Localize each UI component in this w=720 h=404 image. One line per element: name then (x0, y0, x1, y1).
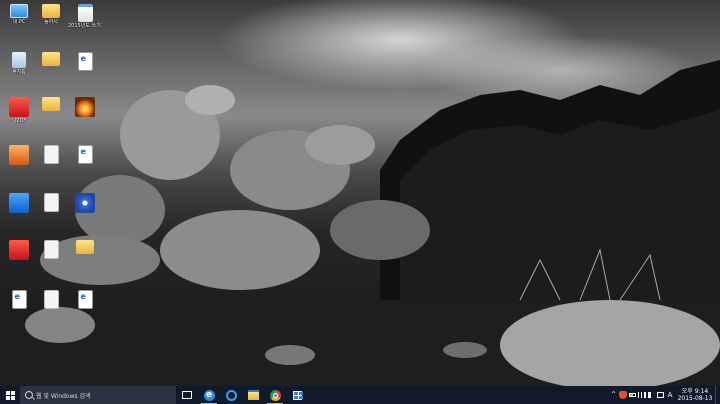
store-button[interactable] (286, 386, 308, 404)
document-icon (43, 240, 59, 259)
desktop-icon[interactable] (34, 193, 68, 213)
desktop-icon[interactable] (34, 145, 68, 165)
desktop-icon[interactable]: 2015년도 쓰기과제 바 (68, 4, 102, 29)
show-desktop-button[interactable] (715, 386, 720, 404)
security-icon[interactable] (619, 391, 627, 399)
disc-app-icon (75, 193, 95, 213)
volume-icon[interactable] (648, 392, 655, 398)
network-icon[interactable] (638, 392, 646, 398)
folder-icon (42, 97, 60, 111)
start-button[interactable] (0, 386, 20, 404)
desktop-icon[interactable] (68, 290, 102, 310)
desktop-icon[interactable] (68, 193, 102, 214)
desktop-icon[interactable] (34, 240, 68, 260)
ime-indicator[interactable]: A (666, 391, 674, 399)
media-app-icon (75, 97, 95, 117)
search-icon (25, 391, 33, 399)
desktop-icon[interactable] (68, 145, 102, 165)
pinned-apps: e (176, 386, 308, 404)
pdf-icon (77, 145, 93, 164)
desktop-icon-label: 2015년도 쓰기과제 바 (68, 23, 102, 29)
desktop-icon[interactable] (68, 240, 102, 255)
folder-icon (76, 240, 94, 254)
desktop-icon[interactable] (2, 290, 36, 310)
document-icon (43, 193, 59, 212)
file-explorer-icon (247, 390, 259, 400)
desktop-icon[interactable]: 동아시 (34, 4, 68, 25)
desktop-icon[interactable] (2, 240, 36, 261)
desktop-icon[interactable]: 내 PC (2, 4, 36, 25)
desktop-wallpaper: 내 PC 동아시 2015년도 쓰기과제 바휴지통알PDF (0, 0, 720, 386)
desktop-icon-label: 내 PC (12, 19, 26, 25)
desktop-icon[interactable] (2, 145, 36, 166)
search-placeholder: 웹 및 Windows 검색 (36, 392, 91, 400)
windows-logo-icon (5, 390, 15, 400)
battery-icon[interactable] (629, 393, 636, 397)
document-icon (43, 290, 59, 309)
desktop-icon[interactable] (34, 290, 68, 310)
edge-button[interactable]: e (198, 386, 220, 404)
system-tray: ^ A 오후 9:14 2015-08-13 (609, 386, 720, 404)
folder-icon (42, 4, 60, 18)
show-hidden-icons-icon[interactable]: ^ (610, 391, 617, 399)
internet-explorer-button[interactable] (220, 386, 242, 404)
internet-explorer-icon (225, 389, 237, 401)
pdf-icon (11, 290, 27, 309)
desktop-icon[interactable] (68, 52, 102, 72)
file-explorer-button[interactable] (242, 386, 264, 404)
clock[interactable]: 오후 9:14 2015-08-13 (675, 388, 715, 402)
app-icon (9, 240, 29, 260)
desktop-icon[interactable] (34, 97, 68, 112)
pdf-icon (77, 52, 93, 71)
desktop-icon-label: 알PDF (11, 118, 27, 124)
clock-date: 2015-08-13 (677, 395, 713, 402)
task-view-icon (182, 391, 192, 399)
action-center-icon[interactable] (657, 392, 664, 398)
app-icon (9, 193, 29, 213)
document-icon (77, 4, 93, 22)
store-icon (292, 390, 303, 400)
document-icon (43, 145, 59, 164)
taskbar: 웹 및 Windows 검색 e ^ A 오후 9:14 2015-08-13 (0, 386, 720, 404)
folder-icon (42, 52, 60, 66)
this-pc-icon (10, 4, 28, 18)
app-icon (9, 97, 29, 117)
search-box[interactable]: 웹 및 Windows 검색 (20, 386, 176, 404)
desktop-icon[interactable] (68, 97, 102, 118)
desktop-icon[interactable]: 알PDF (2, 97, 36, 124)
chrome-icon (269, 389, 281, 401)
desktop-icon-label: 휴지통 (12, 69, 26, 75)
desktop-icon-label: 동아시 (44, 19, 58, 25)
task-view-button[interactable] (176, 386, 198, 404)
desktop-icon[interactable]: 휴지통 (2, 52, 36, 75)
pdf-icon (77, 290, 93, 309)
wallpaper-scene (0, 60, 720, 386)
desktop-icon[interactable] (34, 52, 68, 67)
edge-icon: e (203, 389, 215, 401)
recycle-bin-icon (12, 52, 26, 68)
desktop-icon[interactable] (2, 193, 36, 214)
app-icon (9, 145, 29, 165)
chrome-button[interactable] (264, 386, 286, 404)
clock-time: 오후 9:14 (681, 388, 709, 395)
